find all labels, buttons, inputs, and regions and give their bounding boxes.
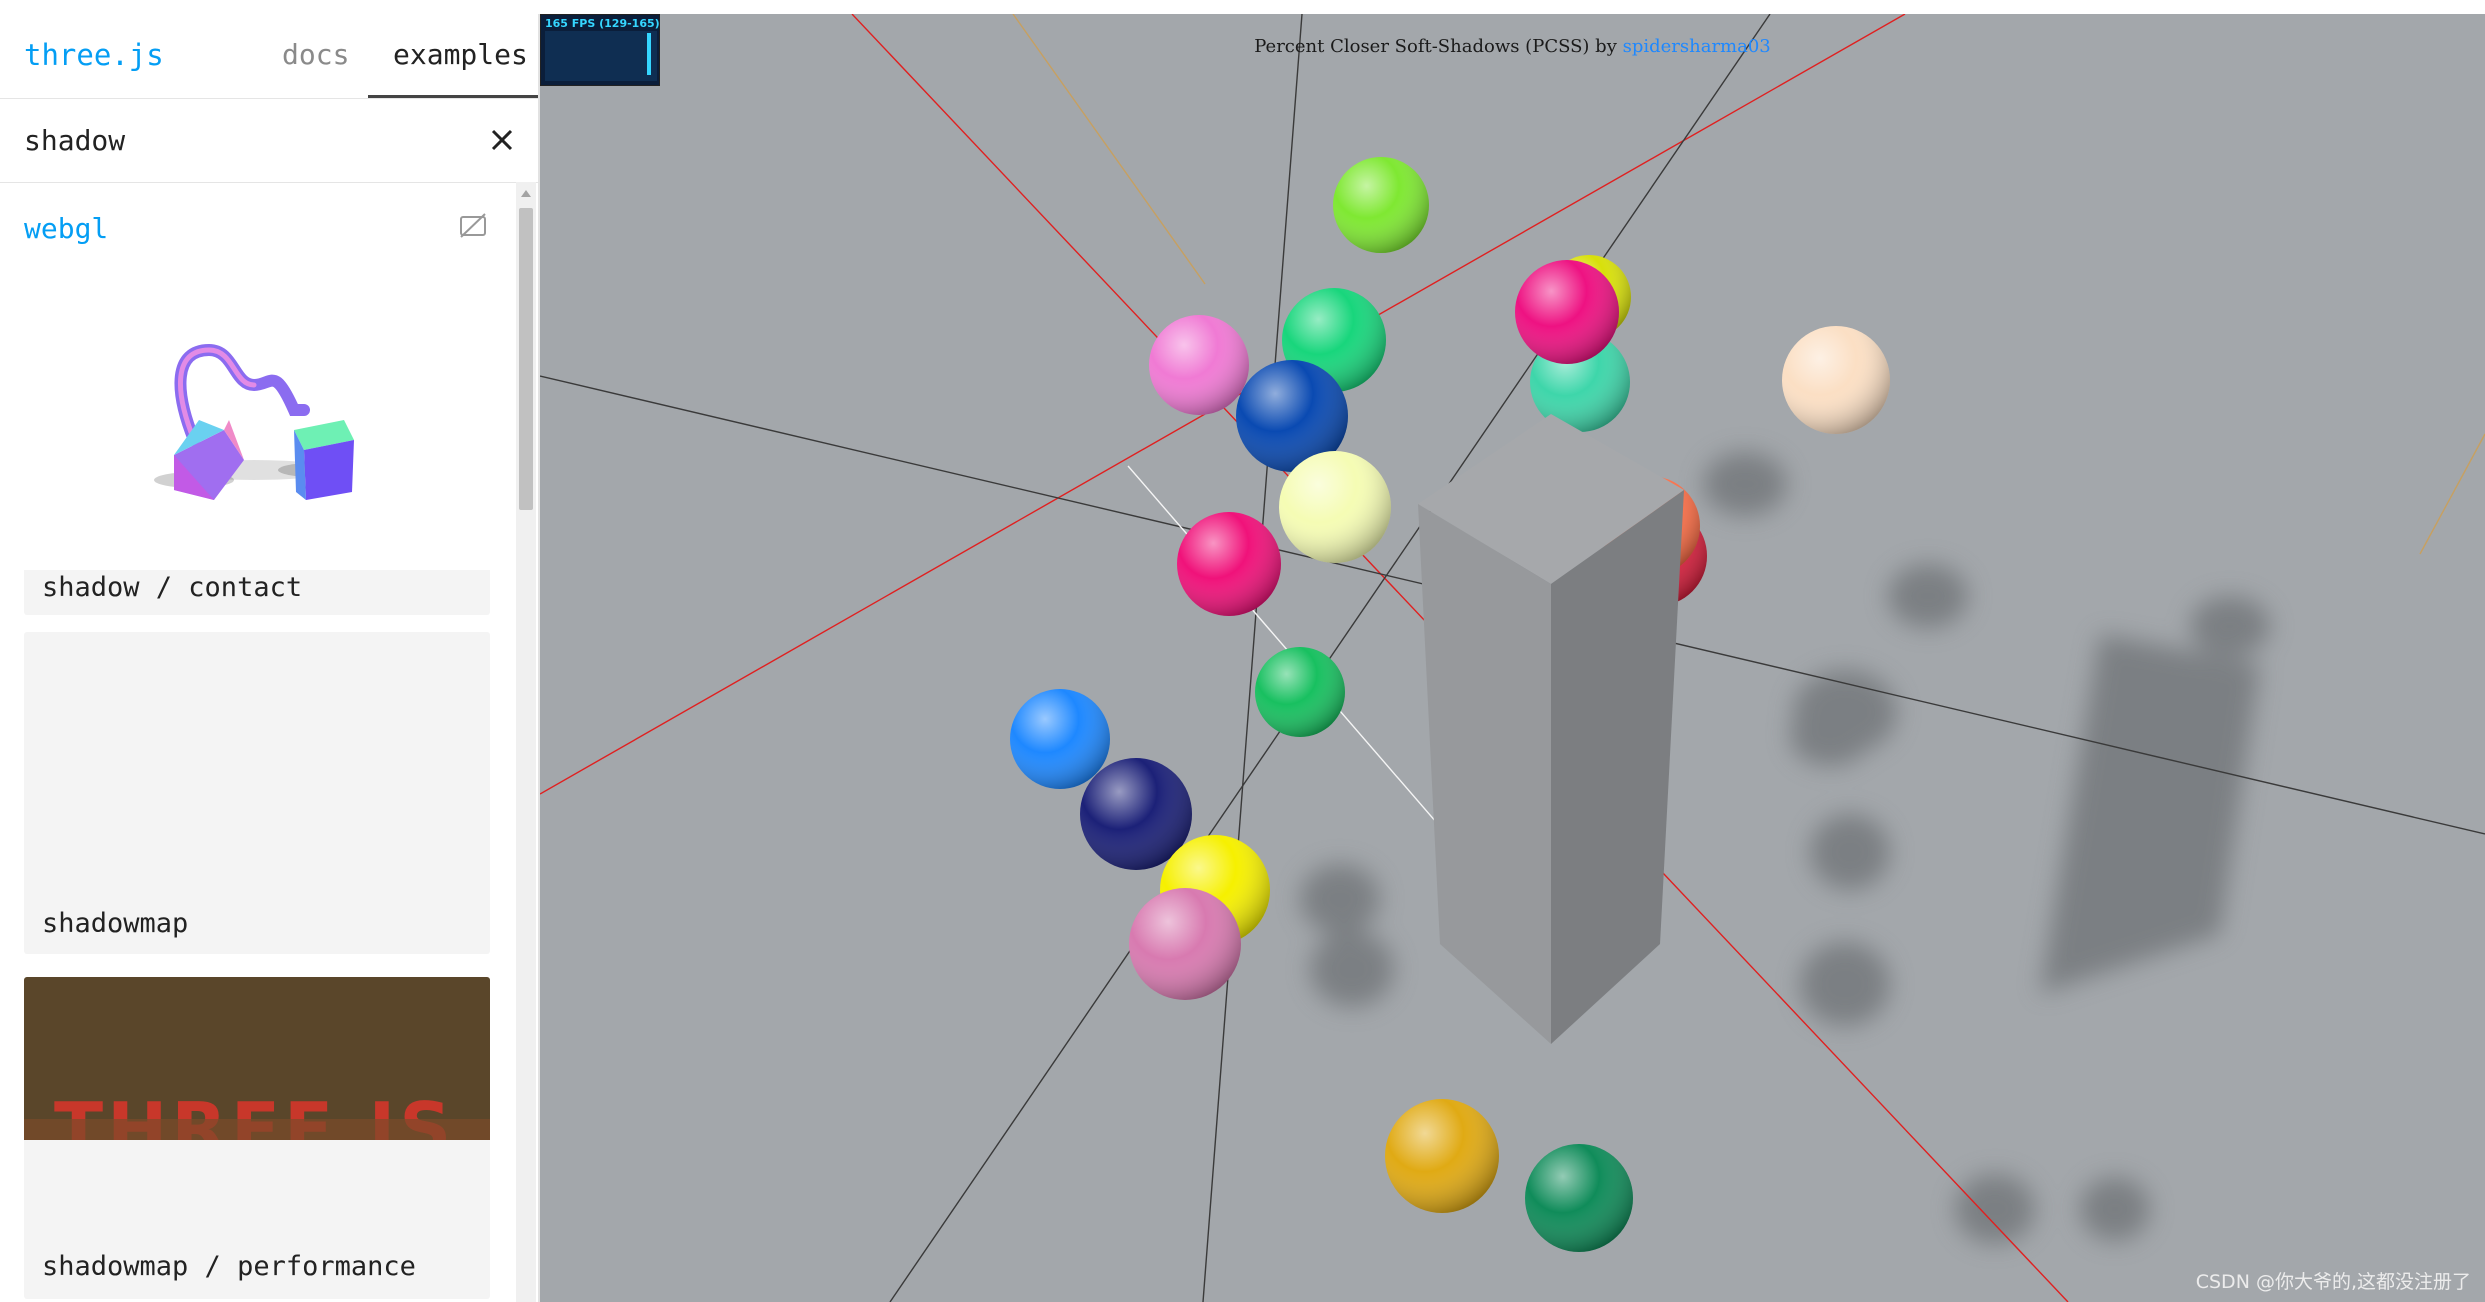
triangle-up-icon[interactable] xyxy=(516,186,536,202)
render-viewport[interactable]: 165 FPS (129-165) Percent Closer Soft-Sh… xyxy=(540,14,2485,1302)
hide-thumbnails-button[interactable] xyxy=(458,212,488,240)
fps-readout: 165 FPS (129-165) xyxy=(545,17,660,30)
sidebar: three.js docs examples webgl xyxy=(0,14,540,1302)
example-card-shadowmap[interactable]: shadowmap xyxy=(24,632,490,954)
search-bar xyxy=(0,98,538,183)
clear-search-button[interactable] xyxy=(484,122,520,158)
examples-list: webgl shadow / contact shadowmap THREE.J… xyxy=(0,182,516,1302)
hide-thumbnails-icon xyxy=(460,213,486,238)
tab-examples-label: examples xyxy=(393,38,528,71)
box-pillar xyxy=(1418,414,1684,1044)
thumbnail-shadowmap-performance: THREE.JS xyxy=(24,977,490,1140)
sidebar-header: three.js docs examples xyxy=(0,14,538,99)
3d-scene[interactable] xyxy=(540,14,2485,1302)
example-label: shadowmap / performance xyxy=(42,1251,416,1282)
example-info: Percent Closer Soft-Shadows (PCSS) by sp… xyxy=(540,36,2485,57)
example-card-shadow-contact[interactable]: shadow / contact xyxy=(24,270,490,615)
scroll-thumb[interactable] xyxy=(519,208,533,510)
browser-top-strip xyxy=(0,0,2485,15)
watermark: CSDN @你大爷的,这都没注册了 xyxy=(2195,1271,2471,1293)
example-label: shadowmap xyxy=(42,908,189,939)
close-icon xyxy=(491,129,513,151)
info-text: Percent Closer Soft-Shadows (PCSS) by xyxy=(1254,36,1623,57)
example-card-shadowmap-performance[interactable]: THREE.JS shadowmap / performance xyxy=(24,977,490,1299)
sidebar-scrollbar[interactable] xyxy=(516,182,536,1302)
example-label: shadow / contact xyxy=(42,572,303,603)
category-title: webgl xyxy=(24,212,109,245)
search-input[interactable] xyxy=(24,120,464,160)
tab-docs[interactable]: docs xyxy=(282,38,349,71)
tab-examples[interactable]: examples xyxy=(368,14,538,98)
author-link[interactable]: spidersharma03 xyxy=(1623,36,1771,57)
thumbnail-shadow-contact xyxy=(154,343,354,500)
brand-link[interactable]: three.js xyxy=(24,38,164,72)
